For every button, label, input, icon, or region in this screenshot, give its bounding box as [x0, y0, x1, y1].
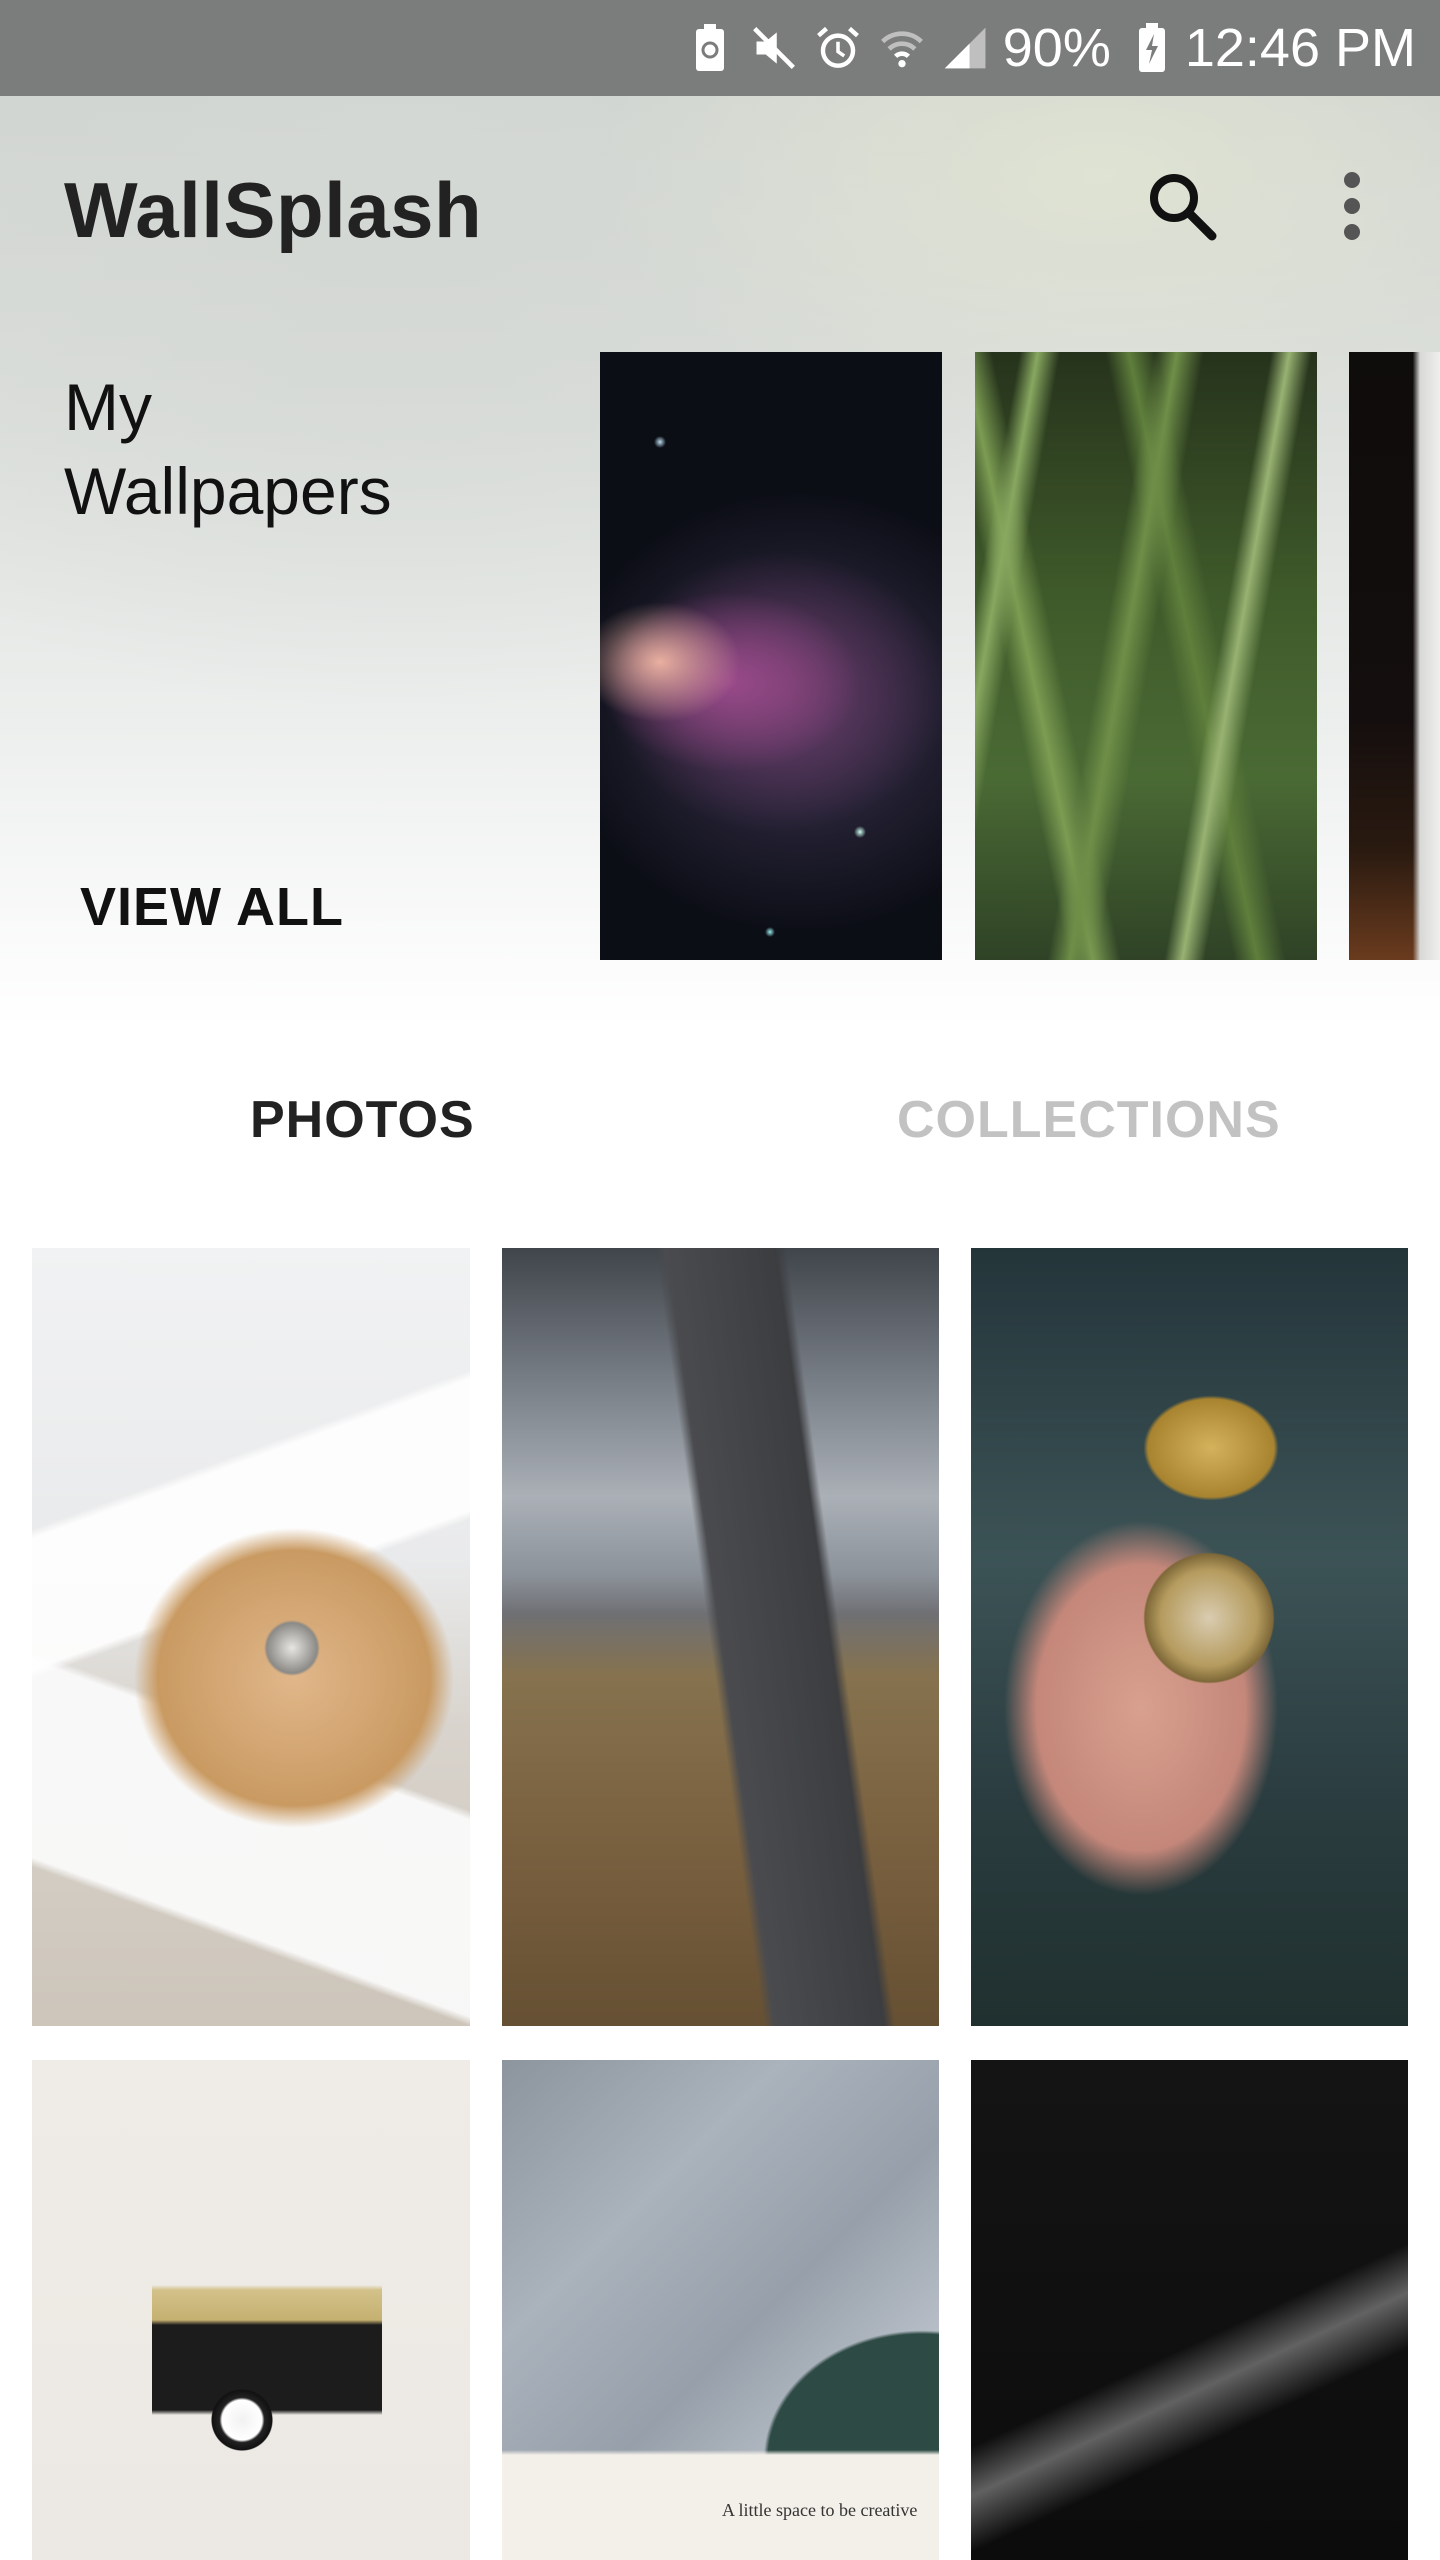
battery-charging-icon: [1129, 21, 1175, 75]
book-caption: A little space to be creative: [722, 2500, 918, 2520]
battery-saver-icon: [687, 21, 733, 75]
my-wallpapers-line2: Wallpapers: [64, 454, 392, 528]
more-vert-icon: [1340, 170, 1364, 247]
photo-tile[interactable]: A little space to be creative: [502, 2060, 939, 2560]
photo-tile[interactable]: [971, 2060, 1408, 2560]
tab-collections[interactable]: COLLECTIONS: [897, 1090, 1281, 1150]
status-bar: 90% 12:46 PM: [0, 0, 1440, 96]
signal-icon: [943, 21, 989, 75]
mute-icon: [751, 21, 797, 75]
battery-percent: 90%: [1002, 18, 1111, 78]
photo-tile[interactable]: [502, 1248, 939, 2026]
clock-time: 12:46 PM: [1184, 18, 1416, 78]
my-wallpaper-thumbnail[interactable]: [975, 352, 1317, 960]
photo-tile[interactable]: [32, 1248, 470, 2026]
my-wallpaper-thumbnail[interactable]: [1349, 352, 1440, 960]
my-wallpapers-line1: My: [64, 370, 152, 444]
alarm-icon: [815, 21, 861, 75]
my-wallpaper-thumbnail[interactable]: [600, 352, 942, 960]
search-button[interactable]: [1134, 160, 1230, 256]
photo-tile[interactable]: [971, 1248, 1408, 2026]
photo-tile[interactable]: [32, 2060, 470, 2560]
more-options-button[interactable]: [1304, 160, 1400, 256]
search-icon: [1146, 170, 1218, 247]
view-all-button[interactable]: VIEW ALL: [80, 876, 344, 938]
wifi-icon: [879, 21, 925, 75]
app-title: WallSplash: [64, 166, 483, 254]
tab-photos[interactable]: PHOTOS: [250, 1090, 475, 1150]
my-wallpapers-heading: My Wallpapers: [64, 365, 484, 533]
